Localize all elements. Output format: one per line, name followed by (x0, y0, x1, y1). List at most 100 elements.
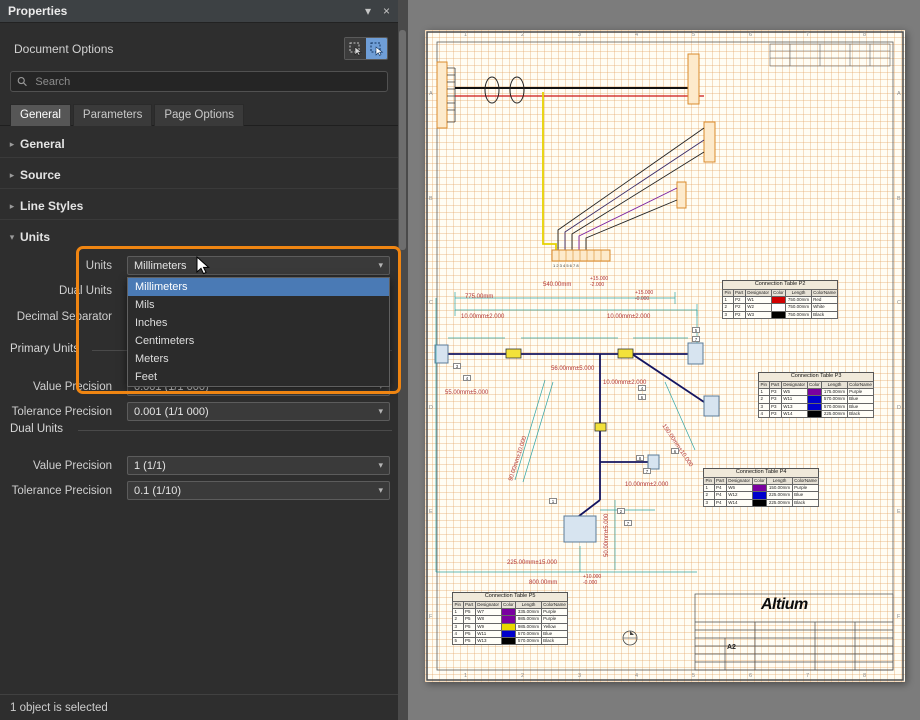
table-cell: W11 (781, 396, 807, 403)
connector-p1[interactable] (437, 62, 455, 128)
table-row: 2P4W12225.00mmBlue (704, 492, 819, 499)
section-units[interactable]: ▾ Units (0, 224, 398, 250)
panel-titlebar[interactable]: Properties ▾ × (0, 0, 398, 23)
dimension-label: 775.00mm (465, 294, 493, 300)
pin-callout: 4 (638, 385, 646, 391)
connector-p4[interactable] (677, 182, 686, 208)
zone-label: 3 (578, 674, 581, 680)
table-header: Designator (781, 381, 807, 388)
draftsman-sheet[interactable]: 1122334455667788AABBCCDDEEFF 540.00mm+15… (425, 30, 905, 682)
panel-menu-icon[interactable]: ▾ (365, 0, 371, 22)
altium-logo: Altium (761, 596, 808, 614)
splice-node[interactable] (618, 349, 633, 358)
close-icon[interactable]: × (383, 0, 390, 22)
table-cell: P3 (769, 410, 781, 417)
dropdown-option-millimeters[interactable]: Millimeters (128, 278, 389, 296)
table-header: Length (786, 289, 811, 296)
zone-label: F (897, 615, 900, 621)
color-swatch (807, 403, 822, 410)
scrollbar-thumb[interactable] (399, 30, 406, 250)
dual-value-precision-dropdown[interactable]: 1 (1/1) ▾ (127, 456, 390, 475)
tab-general[interactable]: General (10, 104, 71, 126)
harness-connector[interactable] (704, 396, 719, 416)
table-header: Pin (759, 381, 770, 388)
table-row: 3P3W13570.00mmBlue (759, 403, 874, 410)
table-cell: 2 (704, 492, 715, 499)
table-cell: 570.00mm (822, 396, 847, 403)
table-cell: W3 (745, 311, 771, 318)
connector-p3[interactable] (704, 122, 715, 162)
zone-label: C (429, 301, 433, 307)
table-cell: Yellow (541, 623, 568, 630)
dimension-label: 55.00mm±5.000 (445, 390, 488, 396)
table-cell: W12 (726, 492, 752, 499)
table-cell: 5 (453, 638, 464, 645)
dual-tolerance-precision-value: 0.1 (1/10) (134, 485, 181, 497)
pin-callout: 8 (636, 455, 644, 461)
color-swatch (807, 388, 822, 395)
dual-tolerance-precision-dropdown[interactable]: 0.1 (1/10) ▾ (127, 481, 390, 500)
table-cell: Blue (541, 630, 568, 637)
sheet-size-label: A2 (727, 644, 736, 651)
zone-label: 4 (635, 674, 638, 680)
harness-connector[interactable] (688, 343, 703, 364)
harness-connector[interactable] (435, 345, 448, 363)
panel-scrollbar[interactable] (398, 0, 408, 720)
harness-connector[interactable] (564, 516, 596, 542)
tab-parameters[interactable]: Parameters (73, 104, 152, 126)
tab-page-options[interactable]: Page Options (154, 104, 244, 126)
pin-callout: 7 (692, 336, 700, 342)
table-cell: 225.00mm (822, 410, 847, 417)
table-header: Designator (726, 477, 752, 484)
zone-label: 2 (521, 33, 524, 39)
table-header: Designator (475, 601, 501, 608)
splice-node[interactable] (506, 349, 521, 358)
table-cell: W9 (475, 623, 501, 630)
units-dropdown[interactable]: Millimeters ▾ (127, 256, 390, 275)
selection-filter-button[interactable] (345, 38, 366, 59)
color-swatch (807, 410, 822, 417)
dropdown-option-feet[interactable]: Feet (128, 368, 389, 386)
connector-p2[interactable] (688, 54, 699, 104)
tolerance-precision-dropdown[interactable]: 0.001 (1/1 000) ▾ (127, 402, 390, 421)
dropdown-option-centimeters[interactable]: Centimeters (128, 332, 389, 350)
table-row: 1P3W5175.00mmPurple (759, 388, 874, 395)
dropdown-option-inches[interactable]: Inches (128, 314, 389, 332)
object-select-button[interactable] (366, 38, 387, 59)
dual-value-precision-value: 1 (1/1) (134, 460, 166, 472)
document-options-label: Document Options (14, 42, 113, 56)
dual-units-header: Dual Units (10, 423, 63, 435)
wire-yellow[interactable] (543, 92, 556, 250)
search-box (10, 71, 388, 92)
tolerance-precision-label: Tolerance Precision (0, 406, 112, 418)
dropdown-option-mils[interactable]: Mils (128, 296, 389, 314)
dual-units-field-label: Dual Units (0, 285, 112, 297)
color-swatch (771, 304, 786, 311)
table-cell: Blue (792, 492, 819, 499)
harness-drawing (425, 30, 905, 682)
zone-label: B (429, 197, 433, 203)
section-line-styles[interactable]: ▸ Line Styles (0, 193, 398, 220)
table-header: Color (501, 601, 516, 608)
section-general[interactable]: ▸ General (0, 131, 398, 158)
connector-p5[interactable] (552, 250, 610, 261)
search-input[interactable] (33, 75, 381, 89)
revision-table (770, 44, 890, 66)
table-header: Color (807, 381, 822, 388)
table-cell: W8 (475, 616, 501, 623)
pin-callout: 6 (638, 394, 646, 400)
table-row: 3P2W3750.00mmBlack (723, 311, 838, 318)
table-cell: Black (847, 410, 874, 417)
divider (78, 430, 392, 431)
splice-node[interactable] (595, 423, 606, 431)
table-cell: W11 (475, 630, 501, 637)
harness-connector[interactable] (648, 455, 659, 469)
table-cell: W14 (726, 499, 752, 506)
table-cell: 750.00mm (786, 311, 811, 318)
connection-table-title: Connection Table P2 (722, 280, 838, 289)
section-source[interactable]: ▸ Source (0, 162, 398, 189)
value-precision-label: Value Precision (0, 381, 112, 393)
zone-label: 3 (578, 33, 581, 39)
table-row: 2P2W2750.00mmWhite (723, 304, 838, 311)
dropdown-option-meters[interactable]: Meters (128, 350, 389, 368)
